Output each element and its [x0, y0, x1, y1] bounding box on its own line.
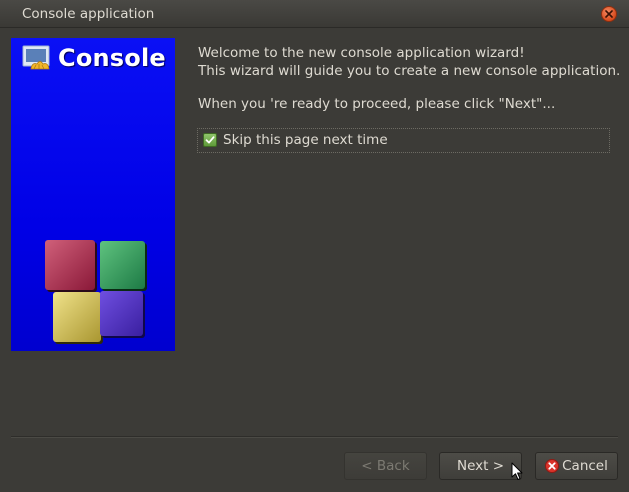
skip-page-label: Skip this page next time: [223, 132, 388, 148]
back-button[interactable]: < Back: [344, 452, 427, 480]
window-title: Console application: [22, 6, 155, 22]
button-separator: [11, 436, 618, 438]
console-app-icon: [22, 45, 50, 70]
title-bar: Console application: [0, 0, 629, 28]
cancel-button-label: Cancel: [562, 458, 608, 474]
close-icon: [605, 10, 613, 18]
back-button-label: < Back: [361, 458, 410, 474]
skip-page-checkbox-row[interactable]: Skip this page next time: [197, 128, 610, 153]
cancel-button[interactable]: Cancel: [535, 452, 618, 480]
proceed-instruction: When you 're ready to proceed, please cl…: [198, 96, 556, 112]
mouse-pointer-icon: [511, 462, 523, 480]
skip-page-checkbox[interactable]: [203, 133, 217, 147]
banner-heading: Console: [58, 44, 166, 72]
next-button-label: Next >: [456, 458, 505, 474]
checkmark-icon: [205, 136, 215, 144]
wizard-banner: Console: [11, 38, 175, 351]
welcome-text: Welcome to the new console application w…: [198, 45, 525, 61]
next-button[interactable]: Next >: [439, 452, 522, 480]
close-button[interactable]: [601, 6, 617, 22]
cube-logo: [45, 240, 147, 344]
wizard-description: This wizard will guide you to create a n…: [198, 63, 621, 79]
cancel-icon: [545, 459, 560, 473]
